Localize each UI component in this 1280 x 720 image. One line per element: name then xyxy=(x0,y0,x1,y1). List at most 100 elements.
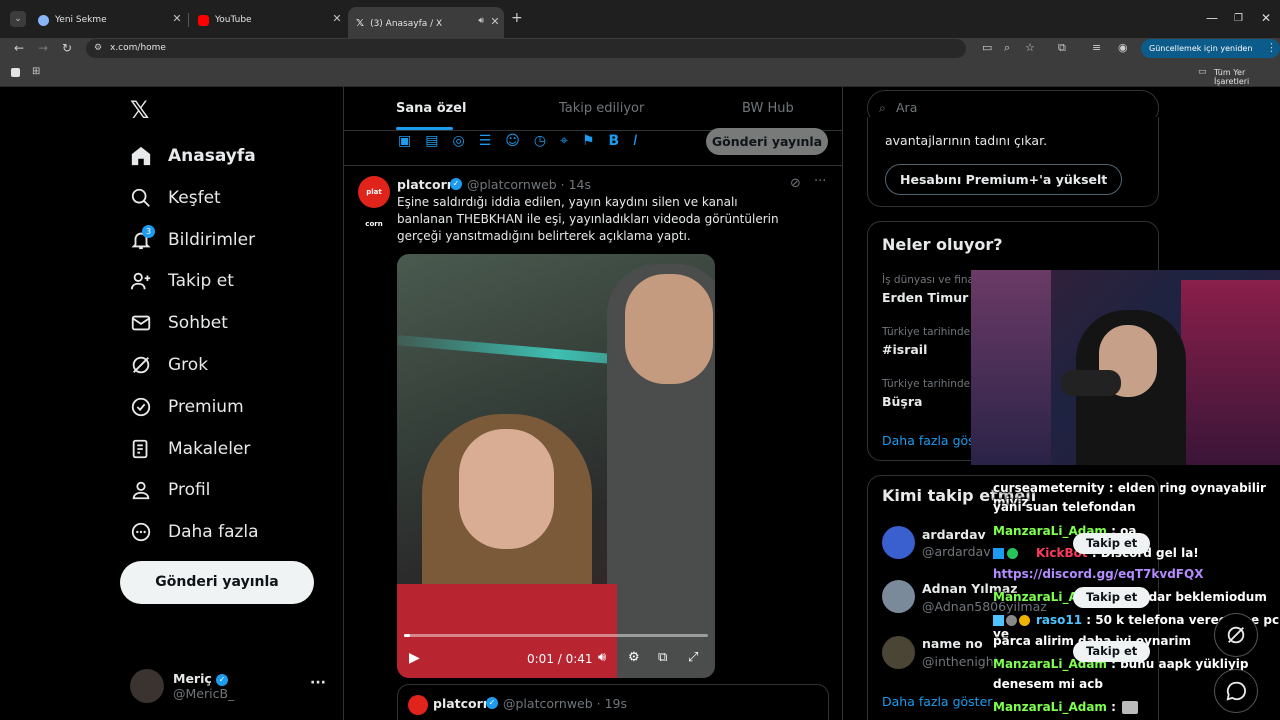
tab-youtube[interactable]: YouTube ✕ xyxy=(190,9,346,31)
location-icon[interactable]: ⌖ xyxy=(560,133,568,149)
avatar[interactable] xyxy=(882,526,915,559)
home-icon xyxy=(131,146,151,166)
quoted-tweet[interactable]: platcorn ✓ @platcornweb · 19s xyxy=(397,684,829,720)
volume-icon[interactable]: 🔊︎ xyxy=(598,650,606,665)
grid-icon[interactable]: ⊞ xyxy=(32,66,40,77)
play-icon[interactable]: ▶ xyxy=(409,650,420,666)
tab-x-home[interactable]: 𝕏 (3) Anasayfa / X 🔊︎ ✕ xyxy=(348,7,504,38)
back-icon[interactable]: ← xyxy=(14,41,24,55)
new-tab-button[interactable]: + xyxy=(511,10,523,26)
active-tab-indicator xyxy=(396,127,453,130)
update-button[interactable]: Güncellemek için yeniden başlat xyxy=(1141,39,1280,72)
messages-fab-button[interactable] xyxy=(1214,669,1258,713)
grok-icon[interactable]: ⊘ xyxy=(790,176,801,191)
tweet-video[interactable]: ▶ 0:01 / 0:41 🔊︎ ⚙ ⧉ ⤢ xyxy=(397,254,715,678)
premium-upgrade-button[interactable]: Hesabını Premium+'a yükselt xyxy=(885,164,1123,195)
poll-icon[interactable]: ☰ xyxy=(479,133,492,149)
nav-grok[interactable]: Grok xyxy=(130,350,208,380)
chat-user: curseameternity xyxy=(993,481,1105,495)
speaker-icon[interactable]: 🔊︎ xyxy=(478,16,484,26)
x-icon: 𝕏 xyxy=(356,18,365,29)
mail-icon xyxy=(131,315,151,331)
close-window-icon[interactable]: ✕ xyxy=(1261,11,1271,25)
nav-more[interactable]: Daha fazla xyxy=(130,517,259,547)
zoom-icon[interactable]: ⌕ xyxy=(1004,41,1010,55)
quote-handle: @platcornweb · 19s xyxy=(503,696,628,711)
extensions-icon[interactable]: ⧉ xyxy=(1058,41,1066,55)
post-button[interactable]: Gönderi yayınla xyxy=(120,561,314,604)
schedule-icon[interactable]: ◷ xyxy=(534,133,546,149)
tab-bw-hub[interactable]: BW Hub xyxy=(742,101,794,116)
tweet[interactable]: plat corn platcorn ✓ @platcornweb · 14s … xyxy=(344,165,842,720)
avatar[interactable]: plat corn xyxy=(358,176,390,228)
suggestion-name[interactable]: ardardav xyxy=(922,527,986,542)
emoji-icon[interactable]: ☺ xyxy=(505,133,520,149)
tweet-author-name[interactable]: platcorn xyxy=(397,177,456,192)
quote-author-name: platcorn xyxy=(433,696,492,711)
address-bar-row: ← → ↻ ⚙ x.com/home ▭ ⌕ ☆ ⧉ ≡ ◉ Güncellem… xyxy=(0,38,1280,72)
menu-icon[interactable]: ⋮ xyxy=(1266,41,1277,54)
close-icon[interactable]: ✕ xyxy=(488,15,502,28)
settings-icon[interactable]: ⚙ xyxy=(628,650,640,665)
tab-search-button[interactable]: ⌄ xyxy=(10,11,26,27)
forward-icon[interactable]: → xyxy=(38,41,48,55)
profile-icon[interactable]: ◉ xyxy=(1118,41,1128,54)
tab-following[interactable]: Takip ediliyor xyxy=(559,101,644,116)
media-icon[interactable]: ≡ xyxy=(1092,41,1101,54)
site-info-icon[interactable]: ⚙ xyxy=(94,39,102,58)
pip-icon[interactable]: ⧉ xyxy=(658,650,667,665)
nav-articles[interactable]: Makaleler xyxy=(130,434,250,464)
nav-explore[interactable]: Keşfet xyxy=(130,183,221,213)
all-bookmarks-link[interactable]: Tüm Yer İşaretleri xyxy=(1214,68,1280,86)
trend-topic[interactable]: Büşra xyxy=(882,394,922,409)
avatar[interactable] xyxy=(882,580,915,613)
avatar[interactable] xyxy=(882,636,915,669)
verified-icon: ✓ xyxy=(450,178,462,190)
chat-link[interactable]: https://discord.gg/eqT7kvdFQX xyxy=(993,567,1203,581)
italic-icon[interactable]: I xyxy=(633,133,637,149)
nav-label: Grok xyxy=(168,355,209,375)
reload-icon[interactable]: ↻ xyxy=(62,41,72,55)
bold-icon[interactable]: B xyxy=(609,133,620,149)
bookmark-star-icon[interactable]: ☆ xyxy=(1025,41,1035,54)
url-field[interactable]: ⚙ x.com/home xyxy=(86,39,966,58)
nav-profile[interactable]: Profil xyxy=(130,475,210,505)
x-logo-icon[interactable]: 𝕏 xyxy=(130,96,149,124)
badge-icon xyxy=(1006,615,1017,626)
image-icon[interactable]: ▣ xyxy=(398,133,411,149)
trend-topic[interactable]: Erden Timur xyxy=(882,290,968,305)
nav-home[interactable]: Anasayfa xyxy=(130,141,256,171)
tweet-handle[interactable]: @platcornweb · 14s xyxy=(467,177,591,192)
flag-icon[interactable]: ⚑ xyxy=(582,133,595,149)
nav-notifications[interactable]: 3 Bildirimler xyxy=(130,225,255,255)
grok-compose-icon[interactable]: ◎ xyxy=(452,133,464,149)
nav-premium[interactable]: Premium xyxy=(130,392,244,422)
account-switcher[interactable]: Meriç ✓ @MericB_ ··· xyxy=(130,669,326,703)
follow-button[interactable]: Takip et xyxy=(1073,587,1151,608)
chrome-icon xyxy=(38,14,49,26)
follow-show-more-link[interactable]: Daha fazla göster xyxy=(882,694,992,709)
restore-icon[interactable]: ❐ xyxy=(1234,13,1243,24)
trend-topic[interactable]: #israil xyxy=(882,342,927,357)
minimize-icon[interactable]: — xyxy=(1206,11,1218,25)
gif-icon[interactable]: ▤ xyxy=(425,133,438,149)
suggestion-name[interactable]: name no xyxy=(922,636,983,651)
account-more-icon[interactable]: ··· xyxy=(310,675,326,691)
tweet-more-icon[interactable]: ··· xyxy=(814,174,826,189)
fullscreen-icon[interactable]: ⤢ xyxy=(688,650,698,665)
nav-label: Premium xyxy=(168,397,244,417)
follow-button[interactable]: Takip et xyxy=(1073,641,1151,662)
cast-icon[interactable]: ▭ xyxy=(982,41,992,54)
close-icon[interactable]: ✕ xyxy=(170,12,184,25)
grok-fab-button[interactable] xyxy=(1214,613,1258,657)
tab-for-you[interactable]: Sana özel xyxy=(396,101,466,116)
avatar xyxy=(408,695,428,715)
video-progress-track[interactable] xyxy=(404,634,708,637)
follow-button[interactable]: Takip et xyxy=(1073,533,1151,554)
nav-chat[interactable]: Sohbet xyxy=(130,308,228,338)
nav-follow[interactable]: Takip et xyxy=(130,266,234,296)
close-icon[interactable]: ✕ xyxy=(330,12,344,25)
compose-post-button[interactable]: Gönderi yayınla xyxy=(706,128,828,155)
tab-new-tab[interactable]: Yeni Sekme ✕ xyxy=(30,9,186,31)
apps-icon[interactable] xyxy=(11,68,20,77)
